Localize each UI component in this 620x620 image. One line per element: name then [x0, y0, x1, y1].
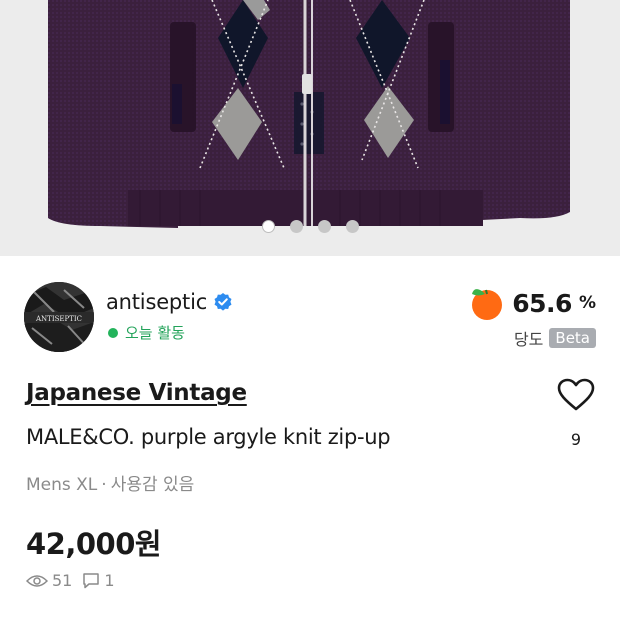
listing-meta: Mens XL · 사용감 있음 — [26, 470, 194, 495]
tangerine-icon — [472, 289, 503, 320]
sweetness-unit: % — [578, 293, 596, 313]
listing-title: MALE&CO. purple argyle knit zip-up — [26, 425, 391, 449]
activity-status: 오늘 활동 — [125, 324, 185, 342]
carousel-dot[interactable] — [261, 220, 275, 233]
listing-price: 42,000원 — [26, 527, 162, 561]
seller-profile[interactable]: ANTISEPTIC antiseptic 오늘 활동 65.6% 당도 Bet… — [24, 282, 596, 352]
seller-activity: 오늘 활동 — [108, 322, 185, 343]
view-stat: 51 — [26, 571, 72, 590]
sweetness-label: 당도 — [513, 330, 544, 349]
listing-condition: 사용감 있음 — [110, 475, 195, 495]
sweetness-label-row: 당도 Beta — [514, 326, 596, 350]
carousel-pagination — [0, 220, 620, 233]
comment-count: 1 — [104, 571, 115, 590]
avatar-image: ANTISEPTIC — [24, 282, 94, 352]
eye-icon — [26, 574, 48, 587]
listing-size: Mens XL — [26, 475, 98, 495]
seller-name[interactable]: antiseptic — [106, 290, 207, 314]
svg-text:ANTISEPTIC: ANTISEPTIC — [35, 315, 82, 323]
product-image-carousel[interactable] — [0, 0, 620, 256]
online-dot-icon — [108, 327, 118, 338]
sweetness-value: 65.6 — [512, 288, 572, 318]
avatar[interactable]: ANTISEPTIC — [24, 282, 94, 352]
carousel-dot[interactable] — [317, 220, 331, 233]
meta-separator: · — [101, 475, 107, 495]
product-photo — [48, 0, 570, 228]
sweetness-value-row: 65.6% — [468, 284, 596, 322]
sweetness-score[interactable]: 65.6% 당도 Beta — [456, 282, 596, 352]
listing-stats: 51 1 — [26, 571, 115, 590]
verified-check-icon — [214, 293, 232, 311]
like-button[interactable]: 9 — [555, 378, 597, 450]
beta-badge: Beta — [549, 328, 596, 348]
listing-category[interactable]: Japanese Vintage — [26, 380, 247, 406]
comment-stat: 1 — [82, 571, 115, 590]
like-count: 9 — [570, 430, 582, 449]
carousel-dot[interactable] — [345, 220, 359, 233]
chat-bubble-icon — [83, 573, 100, 589]
seller-name-row: antiseptic — [106, 290, 233, 314]
view-count: 51 — [52, 571, 73, 590]
carousel-dot[interactable] — [289, 220, 303, 233]
heart-icon — [557, 378, 595, 411]
